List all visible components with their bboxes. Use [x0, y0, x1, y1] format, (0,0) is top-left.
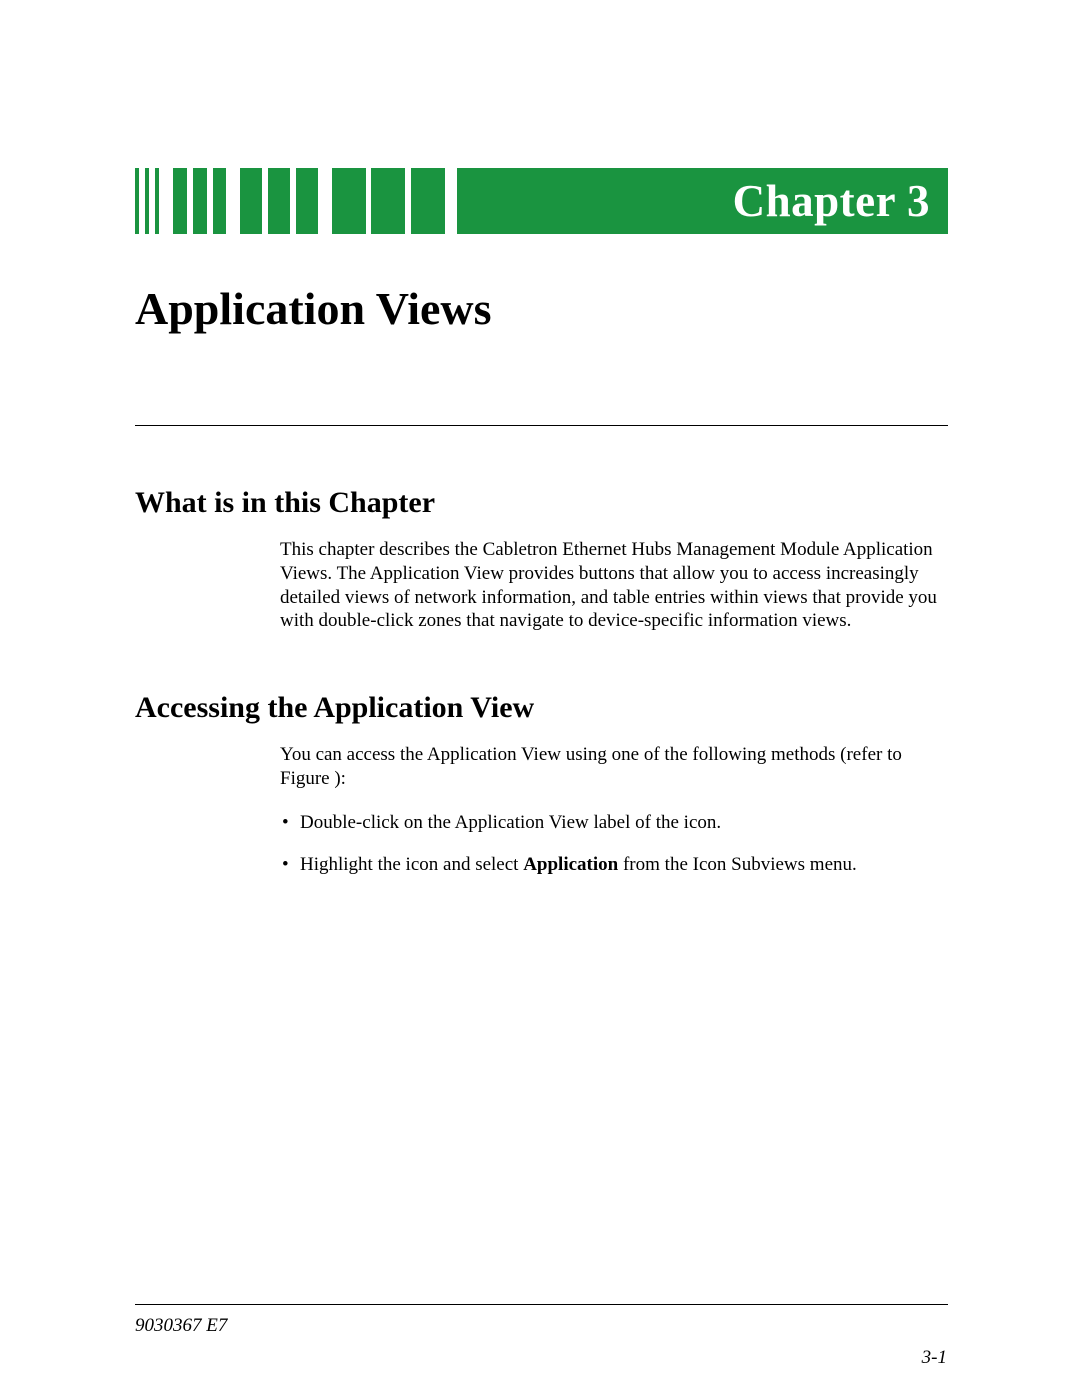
section-heading-accessing: Accessing the Application View — [135, 691, 955, 725]
chapter-title: Application Views — [135, 282, 955, 335]
footer-rule — [135, 1304, 948, 1305]
title-rule — [135, 425, 948, 426]
bullet-text-post: from the Icon Subviews menu. — [618, 854, 857, 875]
footer-doc-id: 9030367 E7 — [135, 1315, 227, 1337]
chapter-banner: Chapter 3 — [135, 168, 948, 234]
section-intro-accessing: You can access the Application View usin… — [280, 743, 948, 791]
section-heading-what-is-in: What is in this Chapter — [135, 486, 955, 520]
bullet-text: Double-click on the Application View lab… — [300, 812, 721, 833]
bullet-text-bold: Application — [523, 854, 618, 875]
document-page: Chapter 3 Application Views What is in t… — [135, 0, 955, 1397]
section-body-what-is-in: This chapter describes the Cabletron Eth… — [280, 538, 948, 633]
list-item: Double-click on the Application View lab… — [300, 811, 948, 836]
bullet-text-pre: Highlight the icon and select — [300, 854, 523, 875]
list-item: Highlight the icon and select Applicatio… — [300, 853, 948, 878]
footer-page-number: 3-1 — [922, 1347, 947, 1369]
chapter-label: Chapter 3 — [733, 175, 930, 227]
chapter-label-block: Chapter 3 — [457, 168, 948, 234]
bullet-list: Double-click on the Application View lab… — [300, 811, 948, 878]
barcode-graphic — [135, 168, 445, 234]
